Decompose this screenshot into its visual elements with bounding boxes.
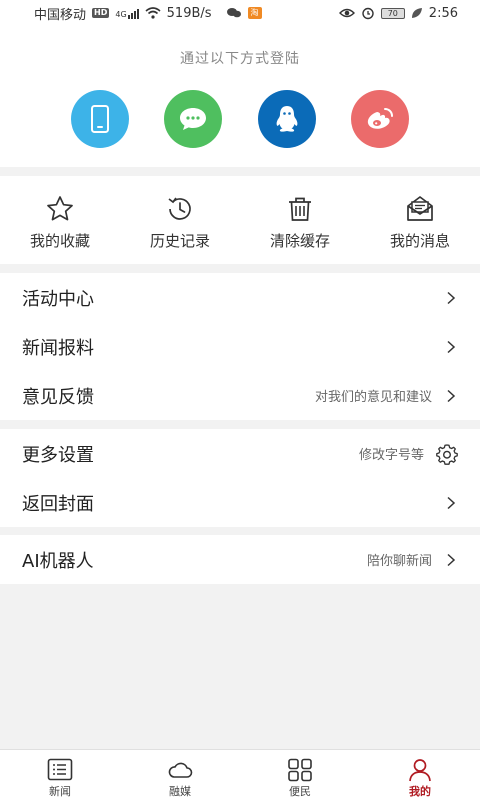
chevron-right-icon bbox=[447, 389, 456, 402]
trash-icon bbox=[289, 197, 311, 221]
phone-login-button[interactable] bbox=[71, 90, 129, 148]
gear-icon bbox=[436, 443, 458, 465]
user-icon bbox=[409, 759, 431, 782]
chevron-right-icon bbox=[447, 340, 456, 353]
wifi-icon bbox=[145, 7, 161, 19]
battery-icon: 70 bbox=[380, 7, 405, 19]
quick-actions: 我的收藏 历史记录 清除缓存 我的消息 bbox=[0, 176, 480, 264]
chevron-right-icon bbox=[447, 291, 456, 304]
clock-time: 2:56 bbox=[428, 5, 458, 21]
history-label: 历史记录 bbox=[149, 232, 210, 250]
weibo-login-button[interactable] bbox=[351, 90, 409, 148]
nav-label-mine: 我的 bbox=[409, 785, 431, 798]
login-title: 通过以下方式登陆 bbox=[180, 51, 300, 67]
nav-tab-mine[interactable]: 我的 bbox=[360, 750, 480, 800]
carrier-label: 中国移动 bbox=[34, 7, 87, 23]
nav-label-media: 融媒 bbox=[169, 785, 191, 798]
battery-level: 70 bbox=[387, 8, 398, 18]
wechat-login-button[interactable] bbox=[164, 90, 222, 148]
ai-robot-label: AI机器人 bbox=[22, 550, 94, 572]
back-to-cover-label: 返回封面 bbox=[22, 493, 94, 515]
back-to-cover-row[interactable]: 返回封面 bbox=[0, 478, 480, 527]
login-card: 通过以下方式登陆 bbox=[0, 26, 480, 167]
clear-cache-label: 清除缓存 bbox=[269, 232, 330, 250]
wechat-icon bbox=[180, 108, 206, 130]
chevron-right-icon bbox=[447, 496, 456, 509]
nav-tab-media[interactable]: 融媒 bbox=[120, 750, 240, 800]
nav-tab-services[interactable]: 便民 bbox=[240, 750, 360, 800]
bottom-nav: 新闻 融媒 便民 我的 bbox=[0, 749, 480, 800]
menu-group-main: 活动中心 新闻报料 意见反馈 对我们的意见和建议 bbox=[0, 273, 480, 420]
nav-tab-news[interactable]: 新闻 bbox=[0, 750, 120, 800]
feedback-row[interactable]: 意见反馈 对我们的意见和建议 bbox=[0, 371, 480, 420]
taobao-notification-icon: 淘 bbox=[247, 7, 262, 19]
star-icon bbox=[47, 196, 73, 221]
network-type-label: 4G bbox=[115, 9, 127, 19]
favorites-label: 我的收藏 bbox=[29, 232, 90, 250]
grid-icon bbox=[288, 758, 312, 782]
messages-label: 我的消息 bbox=[389, 232, 450, 250]
network-speed: 519B/s bbox=[166, 5, 212, 21]
network-signal-icon: 4G bbox=[115, 8, 139, 19]
qq-login-button[interactable] bbox=[258, 90, 316, 148]
ai-robot-hint: 陪你聊新闻 bbox=[366, 554, 432, 569]
wechat-notification-icon bbox=[226, 8, 241, 18]
more-settings-row[interactable]: 更多设置 修改字号等 bbox=[0, 429, 480, 478]
activity-center-row[interactable]: 活动中心 bbox=[0, 273, 480, 322]
history-button[interactable]: 历史记录 bbox=[120, 176, 240, 264]
mail-icon bbox=[407, 196, 433, 221]
menu-group-settings: 更多设置 修改字号等 返回封面 bbox=[0, 429, 480, 527]
alarm-icon bbox=[362, 7, 374, 20]
news-report-row[interactable]: 新闻报料 bbox=[0, 322, 480, 371]
nav-label-services: 便民 bbox=[289, 785, 311, 798]
hd-badge: HD bbox=[92, 8, 110, 18]
activity-center-label: 活动中心 bbox=[22, 288, 94, 310]
qq-icon bbox=[276, 106, 298, 132]
ai-robot-row[interactable]: AI机器人 陪你聊新闻 bbox=[0, 535, 480, 584]
nav-label-news: 新闻 bbox=[49, 785, 71, 798]
more-settings-hint: 修改字号等 bbox=[358, 448, 424, 463]
chevron-right-icon bbox=[447, 553, 456, 566]
feedback-label: 意见反馈 bbox=[22, 386, 94, 408]
news-list-icon bbox=[47, 758, 73, 781]
menu-group-ai: AI机器人 陪你聊新闻 bbox=[0, 535, 480, 584]
phone-icon bbox=[91, 105, 109, 133]
messages-button[interactable]: 我的消息 bbox=[360, 176, 480, 264]
more-settings-label: 更多设置 bbox=[22, 444, 94, 466]
clear-cache-button[interactable]: 清除缓存 bbox=[240, 176, 360, 264]
history-icon bbox=[168, 197, 191, 220]
eye-icon bbox=[338, 8, 355, 18]
login-methods bbox=[0, 90, 480, 148]
status-bar: 中国移动 HD 4G 519B/s 淘 70 2:56 bbox=[0, 0, 480, 26]
feedback-hint: 对我们的意见和建议 bbox=[314, 390, 432, 405]
cloud-icon bbox=[168, 762, 193, 778]
favorites-button[interactable]: 我的收藏 bbox=[0, 176, 120, 264]
news-report-label: 新闻报料 bbox=[22, 337, 94, 359]
weibo-icon bbox=[367, 108, 393, 129]
leaf-icon bbox=[411, 8, 422, 18]
